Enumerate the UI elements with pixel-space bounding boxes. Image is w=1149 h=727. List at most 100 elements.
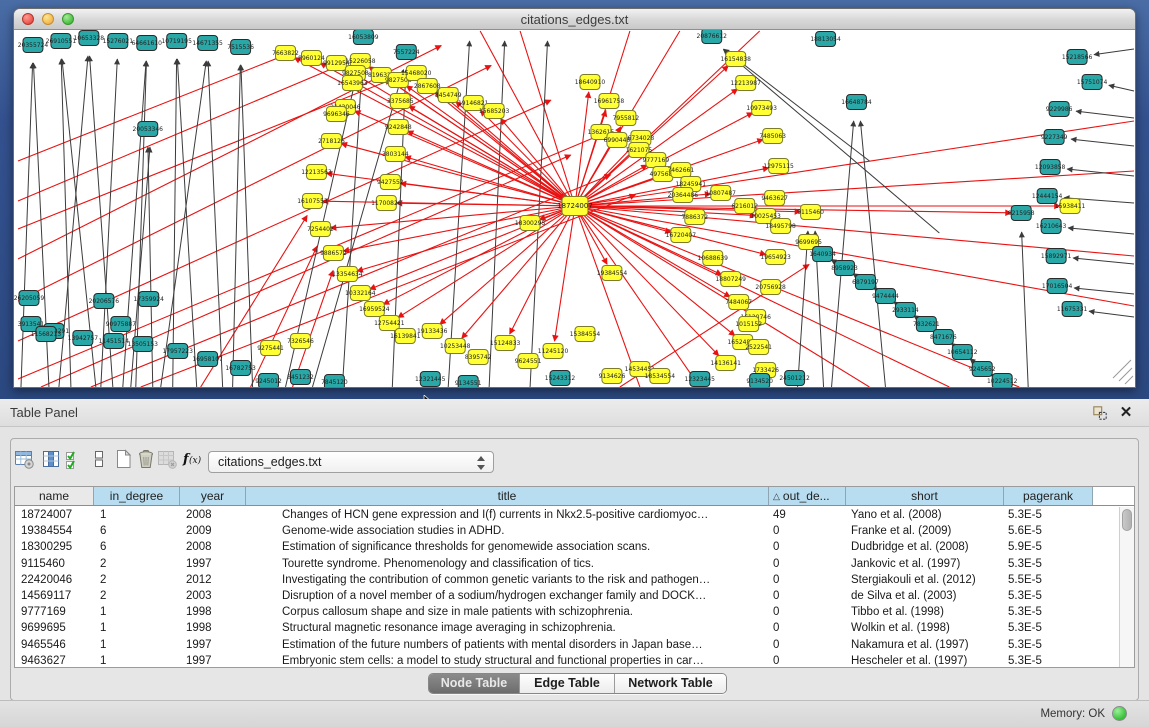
- graph-node[interactable]: 12093858: [1035, 160, 1066, 175]
- graph-node[interactable]: 11700826: [371, 196, 402, 211]
- graph-node[interactable]: 10807487: [706, 186, 737, 201]
- graph-node[interactable]: 90975887: [106, 317, 137, 332]
- table-row[interactable]: 1872400712008Changes of HCN gene express…: [15, 507, 1119, 523]
- table-row[interactable]: 977716911998Corpus callosum shape and si…: [15, 604, 1119, 620]
- graph-node[interactable]: 10688639: [698, 251, 729, 266]
- tab-network-table[interactable]: Network Table: [614, 674, 726, 693]
- graph-node[interactable]: 9777169: [643, 153, 670, 168]
- graph-edge[interactable]: [1089, 311, 1134, 317]
- graph-node[interactable]: 9229986: [1046, 102, 1073, 117]
- graph-node[interactable]: 13505153: [128, 337, 159, 352]
- column-header-in_degree[interactable]: in_degree: [94, 487, 180, 505]
- graph-node[interactable]: 15384554: [570, 327, 601, 342]
- graph-node[interactable]: 9474444: [872, 289, 899, 304]
- graph-edge[interactable]: [1094, 49, 1134, 55]
- table-column-icon[interactable]: [40, 448, 62, 470]
- graph-edge[interactable]: [396, 203, 575, 206]
- graph-node[interactable]: 9463627: [761, 191, 788, 206]
- table-row[interactable]: 1830029562008Estimation of significance …: [15, 539, 1119, 555]
- graph-edge[interactable]: [1071, 139, 1134, 146]
- graph-node[interactable]: 16053809: [348, 30, 379, 45]
- graph-node[interactable]: 7557224: [393, 45, 420, 60]
- graph-node[interactable]: 11245120: [538, 344, 569, 359]
- graph-edge[interactable]: [1076, 111, 1134, 118]
- graph-node[interactable]: 16648784: [841, 95, 872, 110]
- graph-node[interactable]: 9134551: [455, 376, 482, 389]
- table-row[interactable]: 1456911722003Disruption of a novel membe…: [15, 588, 1119, 604]
- graph-node[interactable]: 13942757: [68, 331, 99, 346]
- graph-node[interactable]: 15276021: [103, 34, 134, 49]
- graph-node[interactable]: 7326546: [287, 334, 314, 349]
- graph-node[interactable]: 9227349: [1041, 130, 1068, 145]
- graph-node[interactable]: 9134520: [746, 374, 773, 389]
- graph-node[interactable]: 7845120: [321, 375, 348, 389]
- trash-icon[interactable]: [135, 448, 157, 470]
- float-panel-icon[interactable]: [1091, 404, 1109, 422]
- graph-node[interactable]: 9886572: [320, 246, 347, 261]
- table-row[interactable]: 1938455462009Genome-wide association stu…: [15, 523, 1119, 539]
- graph-node[interactable]: 20876612: [697, 30, 728, 44]
- graph-node[interactable]: 6879197: [852, 275, 879, 290]
- graph-node[interactable]: 7484067: [725, 295, 752, 310]
- table-row[interactable]: 911546021997Tourette syndrome. Phenomeno…: [15, 556, 1119, 572]
- graph-edge[interactable]: [177, 59, 196, 387]
- graph-node[interactable]: 19133436: [417, 324, 448, 339]
- column-header-out_de[interactable]: △out_de...: [769, 487, 846, 505]
- graph-node[interactable]: 12444154: [1032, 189, 1063, 204]
- graph-edge[interactable]: [1068, 228, 1134, 234]
- graph-node[interactable]: 9624551: [515, 354, 542, 369]
- graph-node[interactable]: 8395742: [465, 350, 492, 365]
- graph-edge[interactable]: [1022, 232, 1029, 387]
- resize-grip[interactable]: [1113, 360, 1133, 384]
- graph-node[interactable]: 12975115: [763, 159, 794, 174]
- graph-node[interactable]: 8471676: [930, 330, 957, 345]
- graph-node[interactable]: 19654923: [760, 250, 791, 265]
- graph-node[interactable]: 16210643: [1036, 219, 1067, 234]
- graph-node[interactable]: 14136141: [711, 356, 742, 371]
- graph-node[interactable]: 18813054: [810, 32, 841, 47]
- graph-node[interactable]: 16958107: [192, 352, 223, 367]
- graph-node[interactable]: 20206576: [89, 294, 120, 309]
- graph-node[interactable]: 3375685: [387, 94, 414, 109]
- graph-node[interactable]: 9427552: [377, 175, 404, 190]
- graph-node[interactable]: 17016504: [1042, 279, 1073, 294]
- graph-node[interactable]: 8960124: [298, 51, 325, 66]
- graph-edge[interactable]: [798, 231, 808, 387]
- graph-node[interactable]: 64661610: [132, 36, 163, 51]
- graph-node[interactable]: 9134626: [599, 369, 626, 384]
- graph-node[interactable]: 9115460: [797, 205, 824, 220]
- graph-node[interactable]: 16961758: [594, 94, 625, 109]
- graph-node[interactable]: 15243312: [545, 371, 576, 386]
- column-header-title[interactable]: title: [246, 487, 769, 505]
- graph-node[interactable]: 10653328: [74, 31, 105, 46]
- graph-edge[interactable]: [1073, 258, 1134, 264]
- graph-edge[interactable]: [575, 206, 1019, 387]
- graph-edge[interactable]: [1109, 85, 1134, 91]
- graph-edge[interactable]: [18, 53, 291, 161]
- graph-node[interactable]: 7515536: [227, 40, 254, 55]
- graph-node[interactable]: 26910551: [46, 34, 77, 49]
- graph-node[interactable]: 2718126: [318, 134, 345, 149]
- select-all-check-icon[interactable]: [63, 448, 85, 470]
- graph-node[interactable]: 7886372: [681, 210, 708, 225]
- graph-edge[interactable]: [501, 119, 575, 206]
- graph-node[interactable]: 15938411: [1055, 199, 1086, 214]
- graph-node[interactable]: 2933114: [892, 303, 919, 318]
- table-row[interactable]: 946554611997Estimation of the future num…: [15, 637, 1119, 653]
- graph-node[interactable]: 26205059: [14, 291, 44, 306]
- graph-node[interactable]: 10332164: [345, 286, 376, 301]
- graph-node[interactable]: 11675331: [1057, 302, 1088, 317]
- table-source-select[interactable]: citations_edges.txt: [208, 451, 494, 473]
- graph-node[interactable]: 6216012: [731, 199, 758, 214]
- graph-node[interactable]: 8958923: [831, 261, 858, 276]
- table-row[interactable]: 946362711997Embryonic stem cells: a mode…: [15, 653, 1119, 668]
- delete-table-icon[interactable]: [156, 448, 178, 470]
- graph-edge[interactable]: [575, 92, 589, 206]
- graph-node[interactable]: 12213563: [301, 165, 332, 180]
- graph-edge[interactable]: [21, 63, 33, 387]
- graph-node[interactable]: 1640934: [809, 247, 836, 262]
- graph-node[interactable]: 8451232: [287, 370, 314, 385]
- graph-node[interactable]: 20053346: [133, 122, 164, 137]
- graph-edge[interactable]: [241, 65, 253, 387]
- column-header-short[interactable]: short: [846, 487, 1004, 505]
